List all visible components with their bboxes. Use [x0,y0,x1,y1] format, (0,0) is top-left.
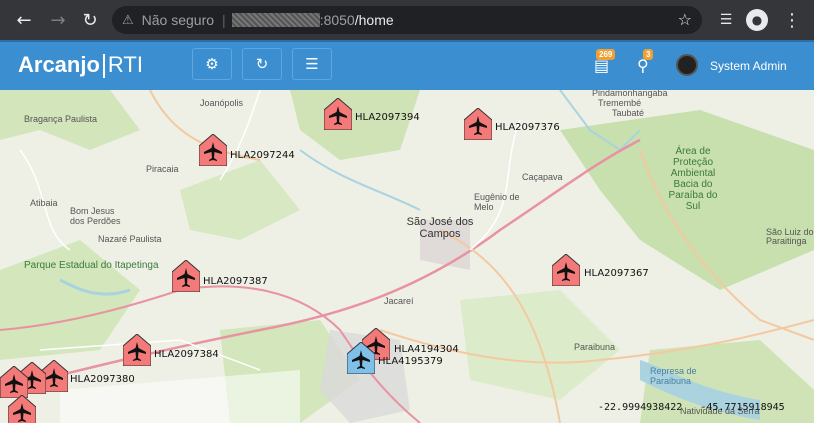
media-control-icon[interactable]: ☰ [714,8,738,32]
place-label: Eugênio de Melo [474,192,520,212]
place-label: São José dos Campos [406,216,474,240]
list-icon: ☰ [305,55,319,73]
coordinates-readout: -22.9994938422 -45.7715918945 [598,402,785,413]
warning-icon: ⚠ [122,12,134,28]
avatar[interactable] [676,54,698,76]
brand-divider [102,54,105,79]
latitude-value: -22.9994938422 [598,402,683,413]
cogs-icon: ⚙ [205,55,219,73]
place-label: Bom Jesus dos Perdões [70,206,121,226]
place-label: Joanópolis [200,98,244,108]
incognito-icon[interactable]: ● [746,9,768,31]
place-label: Bragança Paulista [24,114,98,124]
place-label: Parque Estadual do Itapetinga [24,260,159,271]
place-label: Nazaré Paulista [98,234,162,244]
cogs-button[interactable]: ⚙ [192,48,232,80]
aircraft-label: HLA4195379 [378,356,443,367]
aircraft-marker[interactable] [464,108,492,140]
back-arrow-icon[interactable]: ← [12,8,36,32]
star-icon[interactable]: ☆ [678,10,692,29]
aircraft-marker[interactable] [347,342,375,374]
longitude-value: -45.7715918945 [700,402,785,413]
vehicle-count-badge: 269 [596,49,616,60]
refresh-button[interactable]: ↻ [242,48,282,80]
aircraft-marker-cluster[interactable] [8,395,36,423]
aircraft-label: HLA2097376 [495,122,560,133]
aircraft-marker[interactable] [123,334,151,366]
place-label: Atibaia [30,198,58,208]
list-button[interactable]: ☰ [292,48,332,80]
reload-icon[interactable]: ↻ [78,8,102,32]
aircraft-marker[interactable] [199,134,227,166]
place-label: Paraibuna [574,342,616,352]
address-separator: | [222,12,226,28]
aircraft-marker[interactable] [552,254,580,286]
place-label: Taubaté [612,108,645,118]
place-label: São Luiz do Paraitinga [766,227,814,246]
aircraft-label: HLA2097244 [230,150,295,161]
aircraft-label: HLA4194304 [394,344,459,355]
brand-logo[interactable]: Arcanjo RTI [18,52,143,79]
alert-count-badge: 3 [643,49,654,60]
place-label: Caçapava [522,172,563,182]
place-label: Tremembé [598,98,642,108]
address-bar[interactable]: ⚠ Não seguro | :8050 /home ☆ [112,6,702,34]
aircraft-label: HLA2097384 [154,349,219,360]
brand-bold: Arcanjo [18,52,100,77]
place-label: Jacareí [384,296,414,306]
url-port: :8050 [319,12,355,28]
map-canvas[interactable]: Bragança Paulista Joanópolis Piracaia At… [0,90,814,423]
place-label: Área de Proteção Ambiental Bacia do Para… [668,146,718,212]
browser-toolbar: ← → ↻ ⚠ Não seguro | :8050 /home ☆ ☰ ● ⋮ [0,0,814,40]
aircraft-label: HLA2097367 [584,268,649,279]
aircraft-label: HLA2097380 [70,374,135,385]
app-header: Arcanjo RTI ⚙ ↻ ☰ ▤ 269 ⚲ 3 System Admin [0,40,814,90]
aircraft-label: HLA2097387 [203,276,268,287]
place-label: Pindamonhangaba [592,90,668,98]
place-label: Represa de Paraibuna [650,366,697,386]
place-label: Piracaia [146,164,179,174]
security-label: Não seguro [141,12,215,28]
aircraft-label: HLA2097394 [355,112,420,123]
forward-arrow-icon[interactable]: → [46,8,70,32]
aircraft-marker[interactable] [172,260,200,292]
aircraft-marker[interactable] [324,98,352,130]
brand-light: RTI [107,52,143,77]
redacted-host [231,13,320,27]
refresh-icon: ↻ [255,55,269,73]
aircraft-marker-cluster[interactable] [0,366,28,398]
user-name[interactable]: System Admin [710,59,787,73]
kebab-menu-icon[interactable]: ⋮ [780,8,804,32]
url-path: /home [354,12,394,28]
